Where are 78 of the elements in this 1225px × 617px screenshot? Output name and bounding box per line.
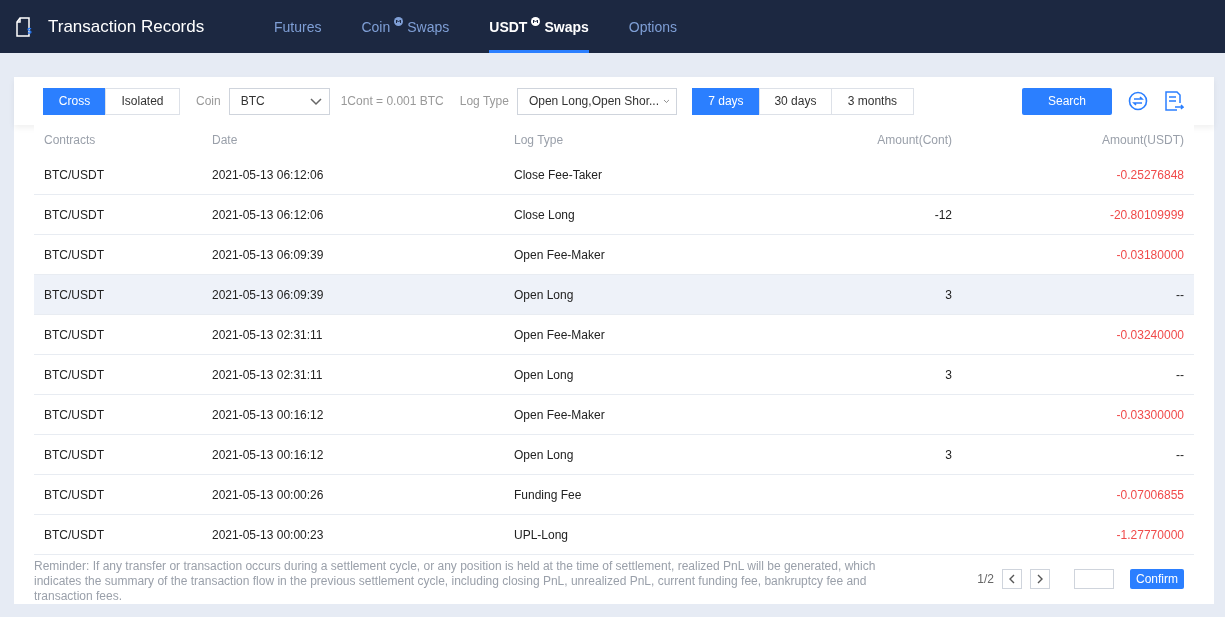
table-cell-text: BTC/USDT — [44, 327, 105, 342]
table-cell-text: Close Fee-Taker — [514, 167, 604, 182]
table-cell-text: 2021-05-13 00:16:12 — [212, 407, 325, 422]
table-cell-text: 2021-05-13 00:00:23 — [212, 527, 325, 542]
table-row[interactable]: BTC/USDT 2021-05-13 06:09:39 Open Long 3 -- — [34, 275, 1194, 315]
table-cell-text: -0.25276848 — [1115, 167, 1184, 182]
table-cell-text: Funding Fee — [514, 487, 583, 502]
table-cell-text: BTC/USDT — [44, 527, 105, 542]
table-cell-text: Open Fee-Maker — [514, 247, 606, 262]
table-cell-text: 3 — [944, 367, 952, 382]
badge-icon — [531, 17, 541, 26]
table-cell-text: 2021-05-13 02:31:11 — [212, 367, 324, 382]
period-toggle[interactable]: 3 months — [830, 87, 914, 115]
table-cell-text: 2021-05-13 00:16:12 — [212, 447, 325, 462]
reminder-text: Reminder: If any transfer or transaction occurs during a settlement cycle, or any position is held at the time of settlement, realized PnL will be generated, which indicates the summary of the transaction flow in the previous settlement cycle, including closing PnL, unrealized PnL, current funding fee, bankruptcy fee and transaction fees. — [34, 559, 877, 604]
nav-tab[interactable]: USDT Swaps — [489, 0, 589, 53]
table-cell-text: Open Long — [514, 447, 575, 462]
next-page-button[interactable] — [1030, 569, 1050, 589]
search-button[interactable]: Search — [1022, 87, 1112, 115]
page-title: Transaction Records — [48, 16, 205, 37]
page-indicator: 1/2 — [977, 572, 994, 586]
nav-tab[interactable]: Options — [628, 0, 678, 53]
contract-size-note: 1Cont = 0.001 BTC — [340, 94, 444, 108]
table-cell-text: -- — [1175, 287, 1184, 302]
nav-tab[interactable]: Futures — [274, 0, 322, 53]
table-cell-text: 3 — [944, 447, 952, 462]
confirm-button[interactable]: Confirm — [1130, 569, 1184, 589]
table-cell-text: Open Long — [514, 287, 575, 302]
swap-icon[interactable] — [1128, 91, 1148, 111]
table-cell-text: 2021-05-13 06:09:39 — [212, 287, 325, 302]
table-cell-text: 2021-05-13 00:00:26 — [212, 487, 325, 502]
table-cell-text: 2021-05-13 06:12:06 — [212, 207, 325, 222]
nav-tab[interactable]: Coin Swaps — [361, 0, 450, 53]
table-cell-text: -12 — [933, 207, 952, 222]
table-cell-text: -1.27770000 — [1115, 527, 1184, 542]
export-icon[interactable] — [1164, 90, 1184, 112]
table-cell-text: 2021-05-13 06:12:06 — [212, 167, 325, 182]
margin-mode-toggle[interactable]: Cross — [43, 87, 106, 115]
table-cell-text: BTC/USDT — [44, 447, 105, 462]
badge-icon — [394, 17, 404, 26]
coin-label: Coin — [196, 94, 221, 108]
table-cell-text: UPL-Long — [514, 527, 570, 542]
table-cell-text: Open Long — [514, 367, 575, 382]
table-cell-text: BTC/USDT — [44, 207, 105, 222]
table-cell-text: 2021-05-13 02:31:11 — [212, 327, 324, 342]
column-header: Amount(USDT) — [1101, 133, 1184, 147]
table-cell-text: -0.03240000 — [1115, 327, 1184, 342]
column-header: Contracts — [44, 133, 97, 147]
table-cell-text: BTC/USDT — [44, 407, 105, 422]
table-cell-text: 2021-05-13 06:09:39 — [212, 247, 325, 262]
table-cell-text: Open Fee-Maker — [514, 327, 606, 342]
table-cell-text: 3 — [944, 287, 952, 302]
column-header: Log Type — [514, 133, 565, 147]
table-cell-text: BTC/USDT — [44, 167, 105, 182]
table-cell-text: BTC/USDT — [44, 487, 105, 502]
table-cell-text: BTC/USDT — [44, 367, 105, 382]
coin-select[interactable]: BTC — [228, 87, 330, 115]
table-cell-text: BTC/USDT — [44, 247, 105, 262]
table-cell-text: -0.03300000 — [1115, 407, 1184, 422]
column-header: Amount(Cont) — [876, 133, 952, 147]
table-cell-text: -- — [1175, 447, 1184, 462]
log-type-label: Log Type — [459, 94, 509, 108]
table-cell-text: -20.80109999 — [1108, 207, 1184, 222]
table-cell-text: -0.07006855 — [1115, 487, 1184, 502]
table-cell-text: Open Fee-Maker — [514, 407, 606, 422]
period-toggle[interactable]: 7 days — [691, 87, 760, 115]
table-cell-text: BTC/USDT — [44, 287, 105, 302]
margin-mode-toggle[interactable]: Isolated — [105, 87, 180, 115]
table-cell-text: -- — [1175, 367, 1184, 382]
column-header: Date — [212, 133, 239, 147]
period-toggle[interactable]: 30 days — [758, 87, 832, 115]
chevron-right-icon — [1035, 574, 1045, 584]
table-cell-text: -0.03180000 — [1115, 247, 1184, 262]
previous-page-button[interactable] — [1002, 569, 1022, 589]
chevron-left-icon — [1007, 574, 1017, 584]
table-cell-text: Close Long — [514, 207, 576, 222]
page-input-field[interactable] — [1074, 569, 1114, 589]
log-type-select[interactable]: Open Long,Open Shor... — [516, 87, 677, 115]
